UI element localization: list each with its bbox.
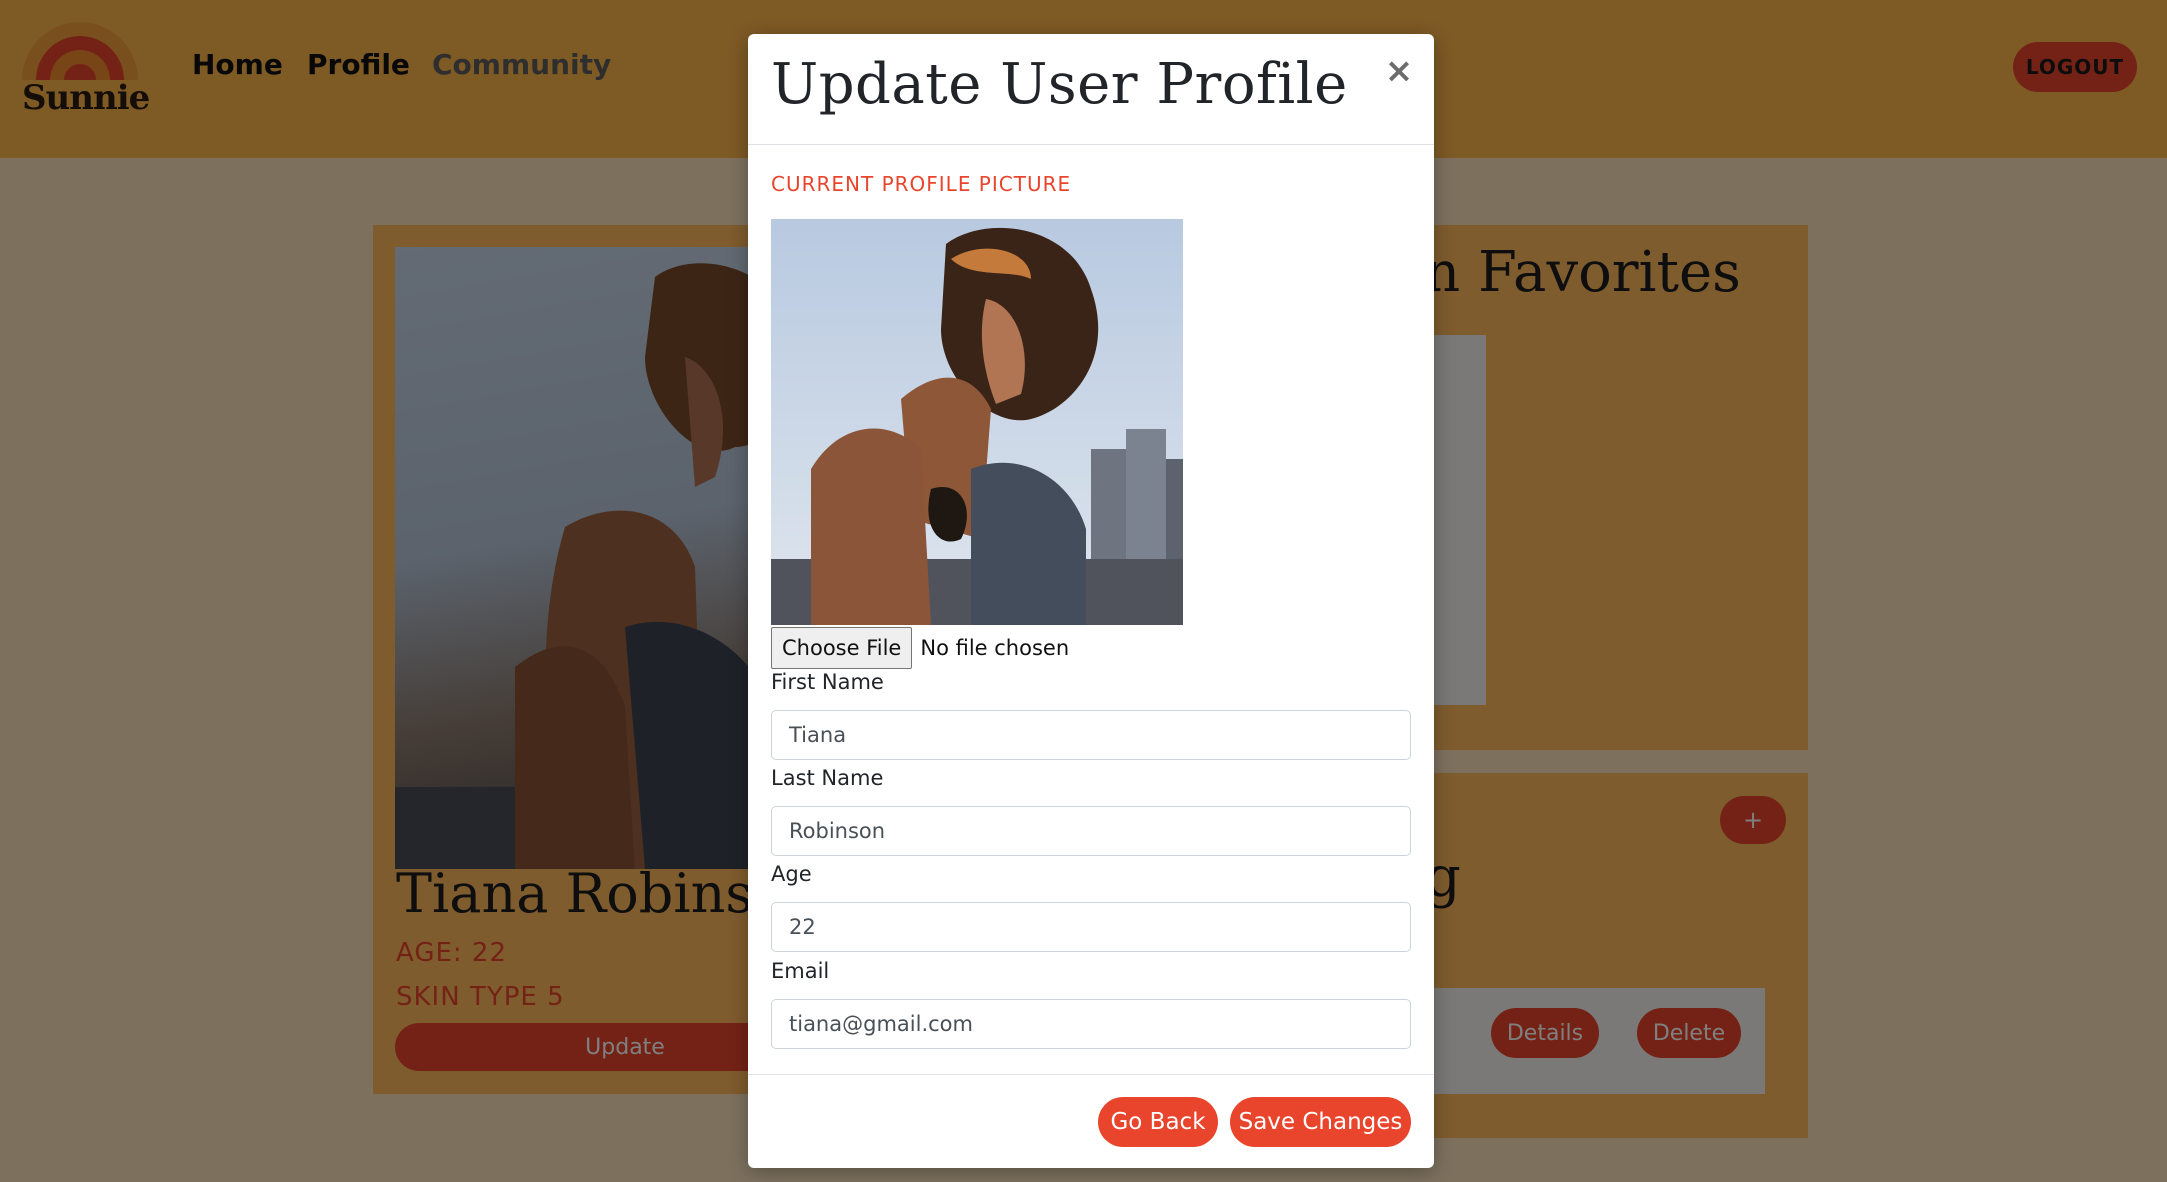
- current-profile-picture: [771, 219, 1183, 625]
- age-input[interactable]: 22: [771, 902, 1411, 952]
- modal-header: Update User Profile ×: [748, 34, 1434, 145]
- file-status-text: No file chosen: [920, 636, 1070, 660]
- last-name-input[interactable]: Robinson: [771, 806, 1411, 856]
- email-input[interactable]: tiana@gmail.com: [771, 999, 1411, 1049]
- first-name-input[interactable]: Tiana: [771, 710, 1411, 760]
- file-upload-row: Choose File No file chosen: [771, 627, 1069, 669]
- choose-file-button[interactable]: Choose File: [771, 627, 913, 669]
- modal-footer: Go Back Save Changes: [748, 1074, 1434, 1169]
- first-name-label: First Name: [771, 670, 884, 694]
- email-label: Email: [771, 959, 830, 983]
- close-icon[interactable]: ×: [1384, 54, 1414, 88]
- last-name-label: Last Name: [771, 766, 884, 790]
- age-label: Age: [771, 862, 812, 886]
- save-changes-button[interactable]: Save Changes: [1230, 1097, 1411, 1147]
- modal-title: Update User Profile: [771, 52, 1348, 117]
- update-profile-modal: Update User Profile × CURRENT PROFILE PI…: [748, 34, 1434, 1168]
- go-back-button[interactable]: Go Back: [1098, 1097, 1218, 1147]
- current-picture-label: CURRENT PROFILE PICTURE: [771, 172, 1072, 196]
